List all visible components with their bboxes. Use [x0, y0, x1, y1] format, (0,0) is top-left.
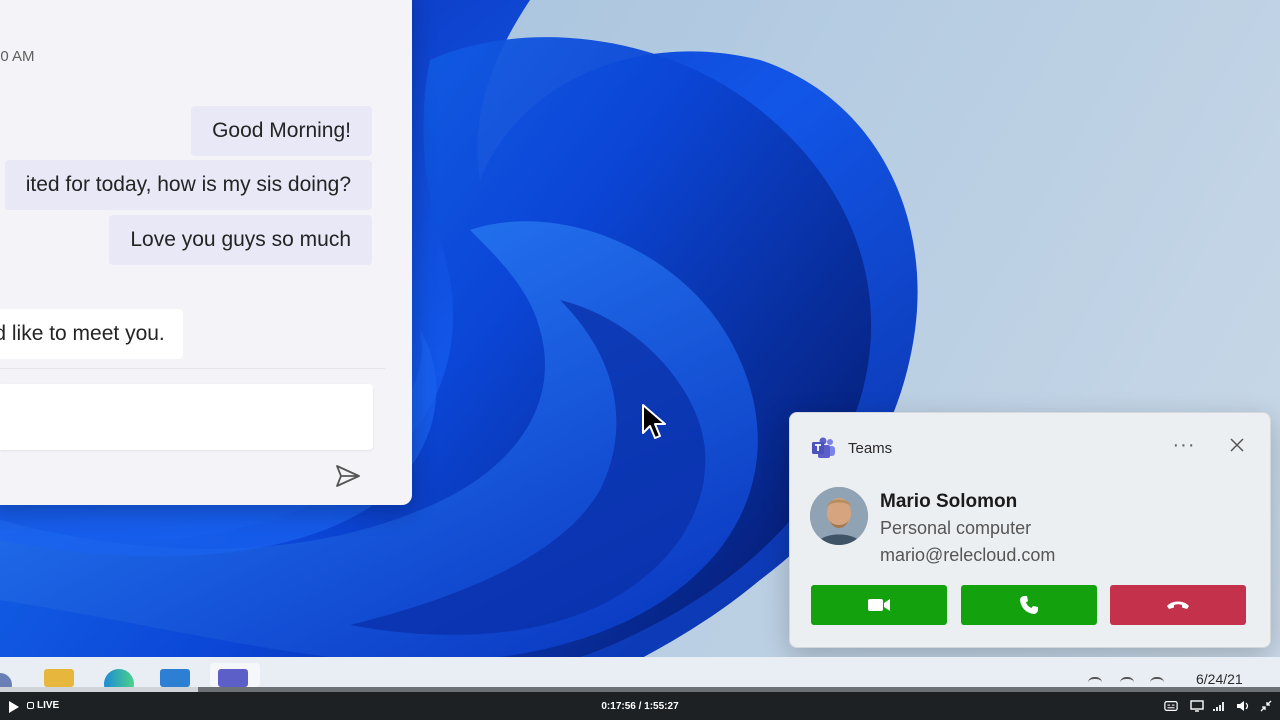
caller-avatar	[810, 487, 868, 545]
video-timecode: 0:17:56 / 1:55:27	[601, 701, 679, 712]
close-icon	[1230, 438, 1244, 452]
caller-email: mario@relecloud.com	[880, 545, 1056, 565]
caller-name: Mario Solomon	[880, 491, 1018, 512]
compose-divider	[0, 368, 385, 369]
accept-video-call-button[interactable]	[811, 585, 947, 625]
teams-taskbar-icon[interactable]	[218, 669, 248, 687]
video-camera-icon	[868, 599, 890, 611]
file-explorer-icon[interactable]	[44, 669, 74, 687]
send-icon	[336, 465, 360, 487]
captions-icon[interactable]	[1164, 699, 1178, 713]
accept-audio-call-button[interactable]	[961, 585, 1097, 625]
decline-call-button[interactable]	[1110, 585, 1246, 625]
teams-icon	[812, 437, 835, 458]
sent-message[interactable]: Good Morning!	[191, 106, 372, 156]
signal-icon[interactable]	[1212, 699, 1226, 713]
taskbar: 6/24/21	[0, 657, 1280, 699]
exit-fullscreen-icon[interactable]	[1259, 699, 1273, 713]
more-icon: ···	[1172, 433, 1196, 456]
phone-icon	[1020, 596, 1038, 614]
hang-up-icon	[1167, 601, 1189, 609]
volume-icon[interactable]	[1236, 699, 1250, 713]
mouse-pointer-icon	[642, 404, 666, 439]
received-message[interactable]: uld like to meet you.	[0, 309, 183, 359]
send-button[interactable]	[333, 461, 363, 491]
taskbar-date[interactable]: 6/24/21	[1196, 671, 1243, 687]
received-message-text: uld like to meet you.	[0, 322, 165, 345]
caller-device: Personal computer	[880, 518, 1032, 538]
cast-icon[interactable]	[1190, 699, 1204, 713]
sent-message[interactable]: ited for today, how is my sis doing?	[4, 160, 372, 210]
message-timestamp: 00 AM	[0, 48, 35, 65]
close-notification-button[interactable]	[1222, 431, 1252, 459]
more-options-button[interactable]: ···	[1166, 431, 1202, 459]
video-player-controls: LIVE 0:17:56 / 1:55:27	[0, 692, 1280, 720]
message-compose-box[interactable]	[0, 384, 373, 450]
sent-message[interactable]: Love you guys so much	[109, 215, 372, 265]
person-photo-icon	[810, 487, 868, 545]
desktop-screen: 00 AM Good Morning! ited for today, how …	[0, 0, 1280, 720]
notification-app-name: Teams	[848, 440, 893, 457]
incoming-call-notification: Teams ··· Mario Solomon Personal compute…	[789, 412, 1271, 648]
chat-window: 00 AM Good Morning! ited for today, how …	[0, 0, 412, 505]
store-icon[interactable]	[160, 669, 190, 687]
